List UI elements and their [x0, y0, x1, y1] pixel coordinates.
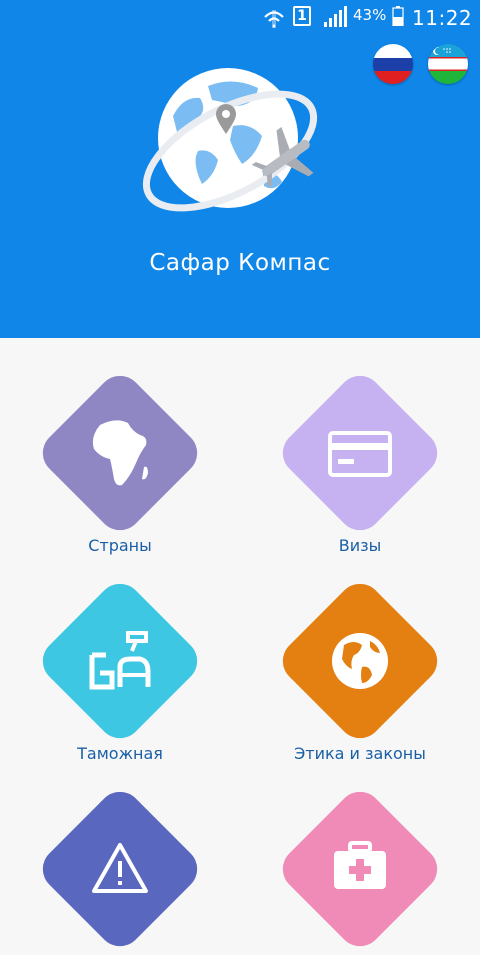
battery-percent: 43% [353, 6, 387, 24]
signal-icon [324, 6, 347, 27]
uzbek-flag-button[interactable] [428, 44, 468, 84]
app-header: 1 43% 11:22 Сафар Компас [0, 0, 480, 338]
tile-label: Визы [338, 536, 382, 555]
app-title: Сафар Компас [149, 250, 331, 276]
tile-label: Таможная [77, 744, 163, 763]
tile-label: Этика и законы [294, 744, 426, 763]
russian-flag-button[interactable] [373, 44, 413, 84]
sim-icon: 1 [293, 6, 311, 26]
africa-map-icon [92, 420, 148, 486]
visa-card-icon [328, 431, 392, 477]
customs-icon [89, 631, 151, 690]
wifi-icon [264, 10, 284, 28]
warning-icon [92, 843, 148, 893]
globe-icon [332, 633, 388, 689]
clock: 11:22 [412, 6, 473, 30]
first-aid-kit-icon [334, 841, 386, 889]
status-bar: 1 43% 11:22 [0, 0, 480, 34]
globe-airplane-logo [142, 68, 318, 212]
battery-icon [392, 6, 404, 26]
tile-label: Страны [88, 536, 152, 555]
